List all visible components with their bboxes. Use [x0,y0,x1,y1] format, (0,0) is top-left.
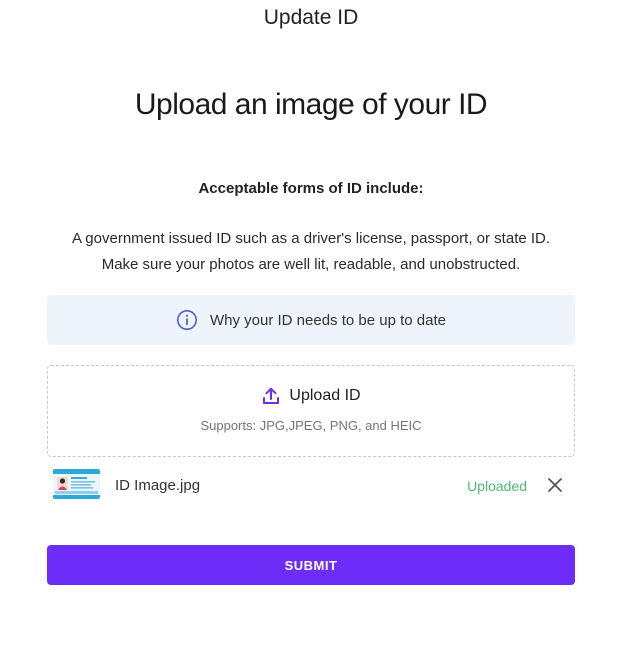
page-title: Upload an image of your ID [134,88,488,121]
file-name: ID Image.jpg [115,477,201,494]
acceptable-forms-label: Acceptable forms of ID include: [198,180,424,197]
remove-file-button[interactable] [545,475,565,495]
upload-supported-formats: Supports: JPG,JPEG, PNG, and HEIC [200,418,422,433]
info-icon [176,309,198,331]
upload-button[interactable]: Upload ID [48,386,574,406]
page-header-title: Update ID [263,6,359,29]
close-icon [548,478,562,492]
description-line-2: Make sure your photos are well lit, read… [101,256,521,273]
upload-label: Upload ID [289,387,361,404]
upload-dropzone[interactable]: Upload ID Supports: JPG,JPEG, PNG, and H… [47,365,575,457]
description-line-1: A government issued ID such as a driver'… [71,230,551,247]
info-banner-text: Why your ID needs to be up to date [210,311,446,329]
upload-icon [261,386,281,406]
id-card-thumbnail [53,469,100,499]
upload-status-text: Uploaded [467,478,527,494]
submit-button[interactable]: SUBMIT [47,545,575,585]
uploaded-file-row: ID Image.jpg Uploaded [53,469,571,501]
why-id-info-banner[interactable]: Why your ID needs to be up to date [47,295,575,345]
id-description: A government issued ID such as a driver'… [0,226,622,278]
